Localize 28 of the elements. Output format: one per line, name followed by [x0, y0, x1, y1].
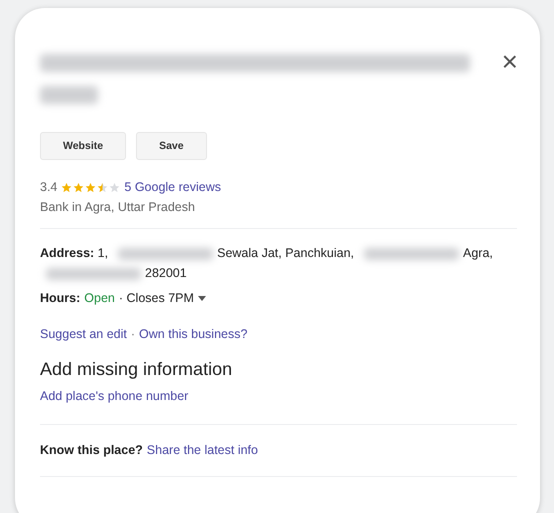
action-button[interactable]: Website: [40, 132, 126, 160]
star-icon: [73, 182, 84, 192]
action-button[interactable]: Save: [136, 132, 207, 160]
suggestion-link[interactable]: Suggest an edit: [40, 327, 127, 341]
redacted-text: [40, 86, 98, 104]
address-text: 282001: [145, 266, 187, 280]
section-heading: Add missing information: [40, 359, 234, 380]
star-icon: [61, 182, 72, 192]
address-text: Sewala Jat, Panchkuian,: [217, 246, 354, 260]
know-place-label: Know this place?: [40, 443, 143, 457]
add-phone-link[interactable]: Add place's phone number: [40, 389, 188, 403]
star-icon: [109, 182, 120, 192]
close-button[interactable]: ×: [502, 48, 518, 76]
address-text: Agra,: [463, 246, 493, 260]
category-text: Bank in Agra, Uttar Pradesh: [40, 200, 196, 214]
address-text: 1,: [98, 246, 108, 260]
dropdown-icon[interactable]: [198, 296, 206, 300]
closing-time: · Closes 7PM: [118, 291, 194, 305]
suggestion-link[interactable]: Own this business?: [139, 327, 248, 341]
separator-dot: ·: [130, 327, 136, 341]
open-status: Open: [84, 291, 115, 305]
reviews-link[interactable]: 5 Google reviews: [124, 180, 221, 194]
hours-label: Hours:: [40, 291, 80, 305]
share-info-link[interactable]: Share the latest info: [146, 443, 258, 457]
address-label: Address:: [40, 246, 94, 260]
rating-score: 3.4: [40, 180, 58, 194]
star-icon: [85, 182, 96, 192]
star-icon: [97, 182, 108, 192]
